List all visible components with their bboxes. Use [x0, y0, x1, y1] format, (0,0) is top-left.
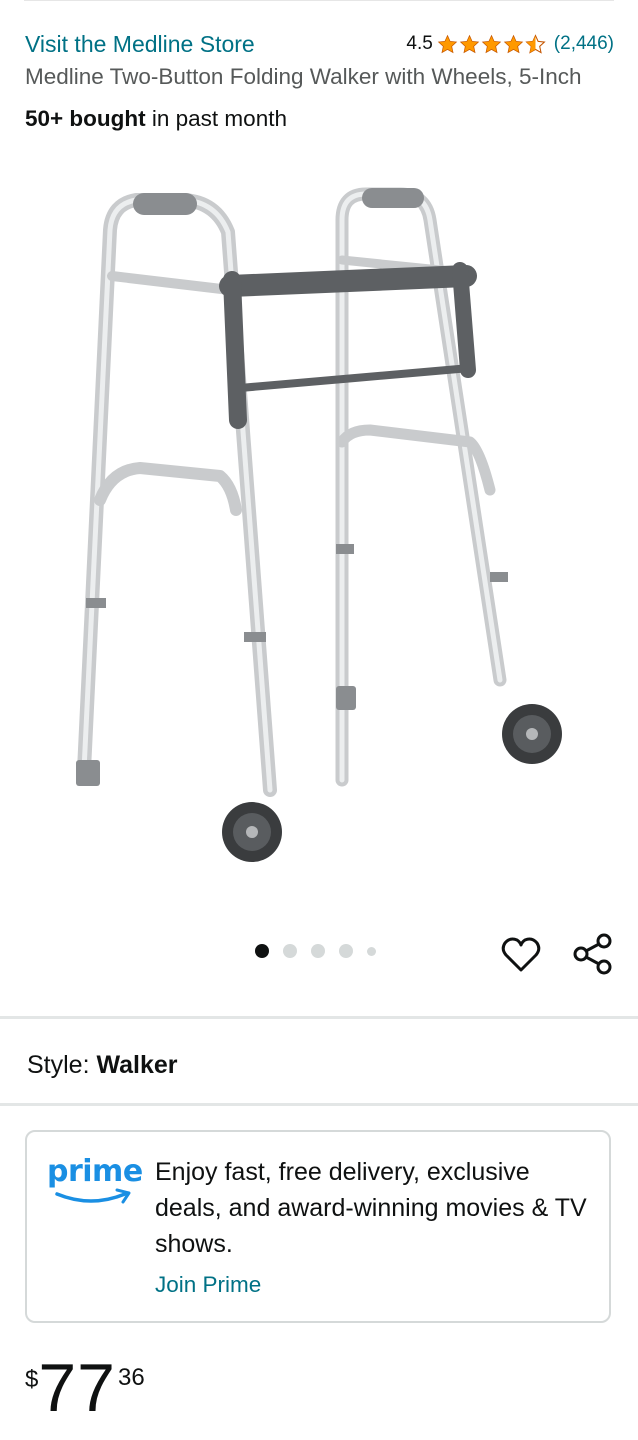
rating-value: 4.5	[406, 33, 433, 54]
bought-rest: in past month	[145, 106, 287, 131]
rating-count: (2,446)	[553, 33, 614, 54]
star-icon	[481, 34, 502, 53]
pager-dot[interactable]	[283, 944, 297, 958]
prime-logo-text: prime	[47, 1154, 143, 1189]
prime-description: Enjoy fast, free delivery, exclusive dea…	[155, 1158, 587, 1258]
join-prime-link[interactable]: Join Prime	[155, 1272, 261, 1298]
top-divider	[24, 0, 614, 1]
star-icon	[503, 34, 524, 53]
bought-count: 50+ bought in past month	[25, 103, 614, 135]
rating-stars	[437, 33, 546, 55]
star-icon	[459, 34, 480, 53]
price: $ 77 36	[25, 1352, 145, 1424]
star-icon	[437, 34, 458, 53]
price-fraction: 36	[118, 1364, 145, 1391]
price-currency: $	[25, 1366, 39, 1393]
image-pager[interactable]	[255, 944, 376, 958]
prime-smile-icon	[55, 1188, 131, 1204]
heart-icon[interactable]	[500, 934, 542, 976]
bought-bold: 50+ bought	[25, 106, 146, 131]
pager-dot[interactable]	[311, 944, 325, 958]
star-half-icon	[525, 33, 546, 54]
store-link[interactable]: Visit the Medline Store	[25, 31, 255, 58]
section-divider	[0, 1016, 638, 1019]
pager-dot[interactable]	[339, 944, 353, 958]
style-value: Walker	[96, 1051, 178, 1079]
price-whole: 77	[38, 1350, 116, 1426]
prime-promo-card: prime Enjoy fast, free delivery, exclusi…	[25, 1130, 611, 1323]
style-label: Style:	[27, 1051, 90, 1079]
rating-summary[interactable]: 4.5 (2,446)	[406, 33, 614, 55]
product-header: Visit the Medline Store 4.5 (2,446) Medl…	[25, 28, 614, 135]
pager-dot-active[interactable]	[255, 944, 269, 958]
pager-dot[interactable]	[367, 946, 376, 956]
product-image[interactable]	[60, 180, 580, 900]
prime-logo: prime	[47, 1154, 143, 1214]
share-icon[interactable]	[572, 932, 614, 976]
style-selector[interactable]: Style: Walker	[27, 1046, 178, 1084]
product-title: Medline Two-Button Folding Walker with W…	[25, 64, 582, 89]
section-divider	[0, 1103, 638, 1106]
store-rating-row: Visit the Medline Store 4.5 (2,446)	[25, 28, 614, 60]
